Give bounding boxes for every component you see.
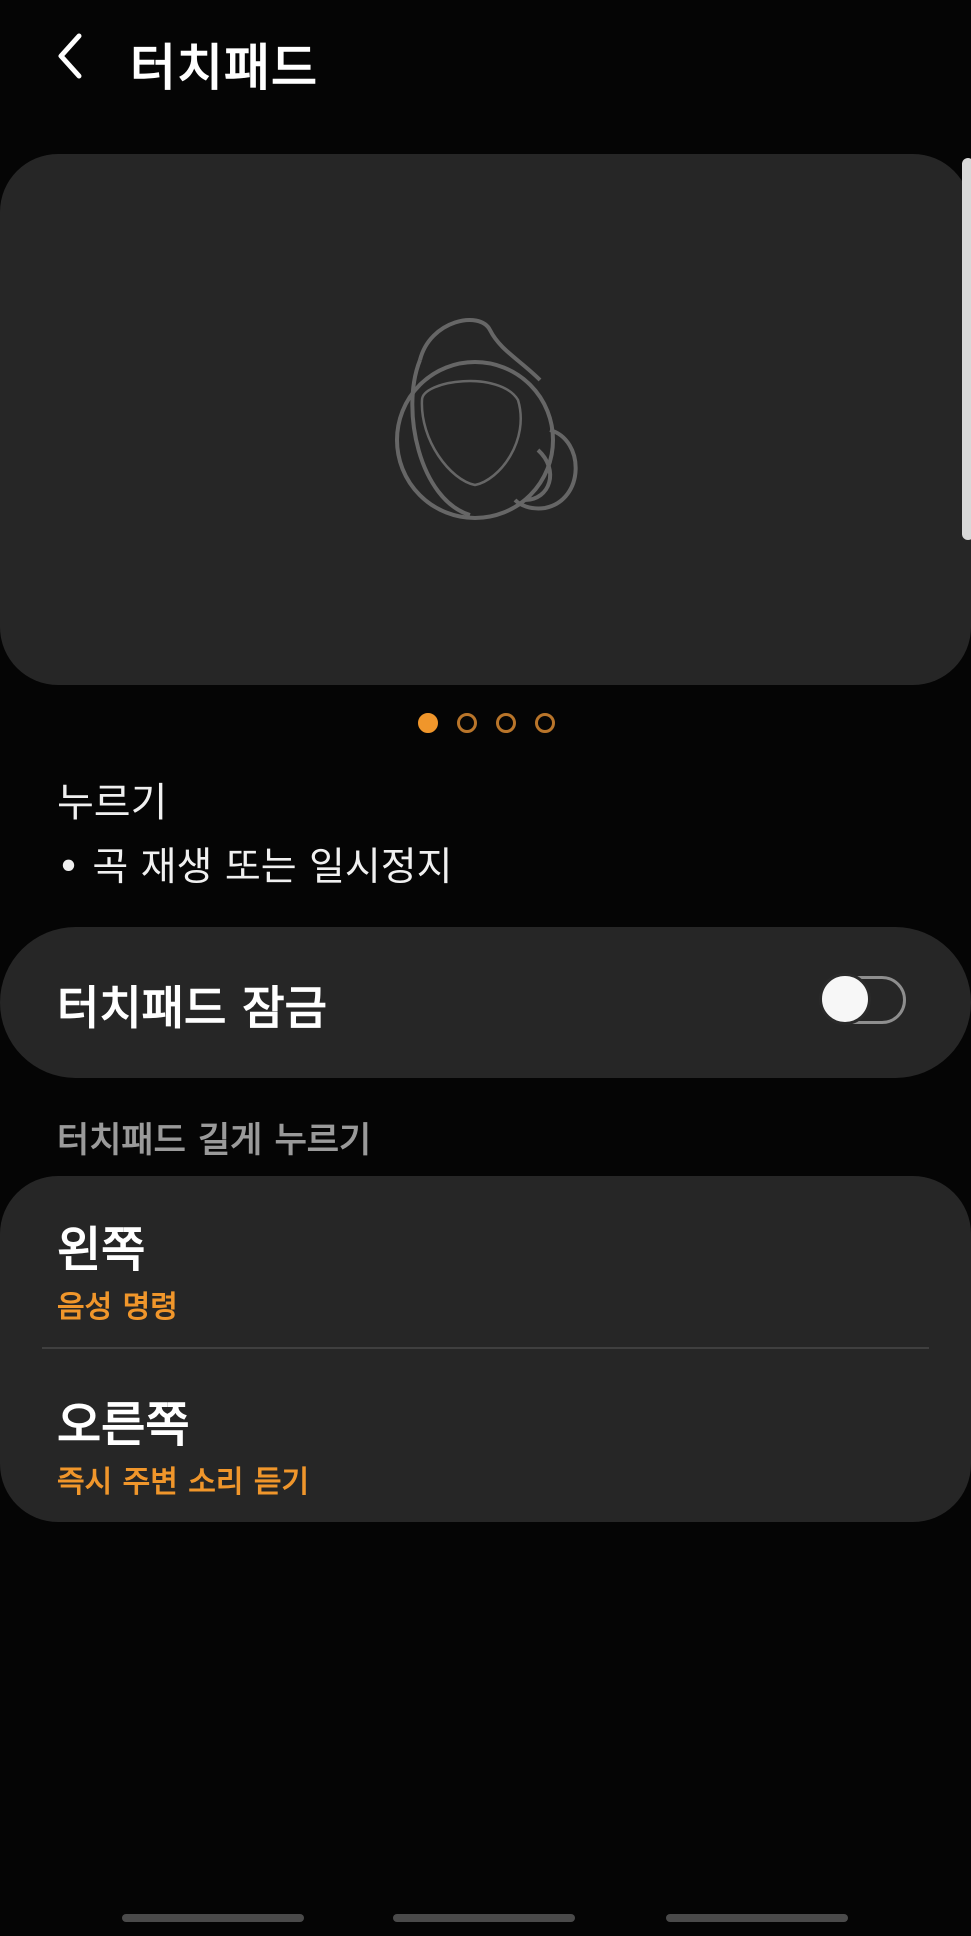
app-header: 터치패드: [0, 0, 971, 120]
earbud-icon: [370, 300, 600, 540]
touchpad-lock-label: 터치패드 잠금: [57, 981, 327, 1035]
page-dot[interactable]: [496, 713, 516, 733]
page-dot[interactable]: [535, 713, 555, 733]
right-option-title: 오른쪽: [57, 1397, 190, 1453]
page-indicator: [418, 713, 555, 735]
nav-home[interactable]: [393, 1914, 575, 1922]
toggle-knob: [819, 973, 871, 1025]
back-button[interactable]: [40, 24, 100, 92]
chevron-left-icon: [55, 32, 85, 84]
nav-back[interactable]: [666, 1914, 848, 1922]
left-option-value: 음성 명령: [57, 1290, 178, 1325]
page-dot[interactable]: [457, 713, 477, 733]
page-dot-active[interactable]: [418, 713, 438, 733]
gesture-title: 누르기: [57, 780, 168, 826]
page-title: 터치패드: [130, 39, 318, 97]
long-press-section-header: 터치패드 길게 누르기: [57, 1121, 372, 1161]
divider: [42, 1347, 929, 1349]
gesture-description: • 곡 재생 또는 일시정지: [57, 845, 453, 890]
scrollbar[interactable]: [962, 158, 971, 540]
left-option-title: 왼쪽: [57, 1222, 146, 1278]
touchpad-lock-toggle[interactable]: [819, 973, 906, 1025]
nav-recents[interactable]: [122, 1914, 304, 1922]
right-option-value: 즉시 주변 소리 듣기: [57, 1465, 310, 1500]
